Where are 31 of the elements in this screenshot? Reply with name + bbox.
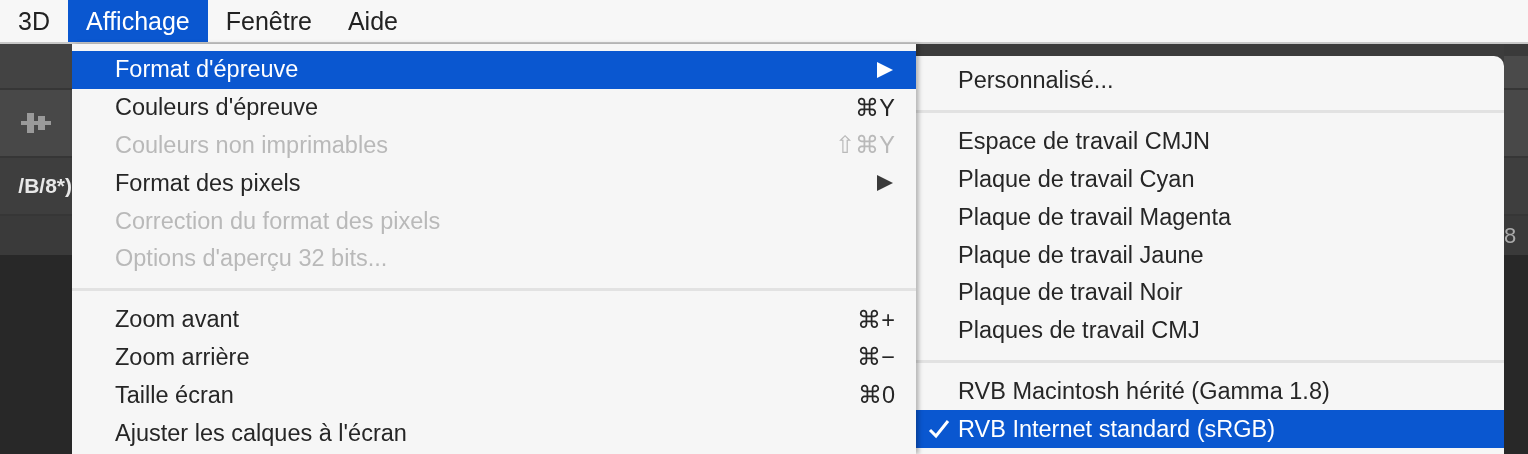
submenu-item[interactable]: RVB Macintosh hérité (Gamma 1.8): [916, 372, 1504, 411]
shortcut: ⌘−: [857, 343, 895, 372]
submenu-item[interactable]: Plaque de travail Cyan: [916, 160, 1504, 199]
submenu-arrow-icon: [875, 173, 895, 194]
menu-bar-item[interactable]: Aide: [329, 0, 416, 42]
align-icon: [21, 111, 51, 135]
submenu-item[interactable]: Plaque de travail Jaune: [916, 236, 1504, 274]
document-tab-title[interactable]: /B/8*): [18, 174, 72, 198]
submenu-item[interactable]: Plaque de travail Noir: [916, 274, 1504, 312]
submenu-item[interactable]: Plaque de travail Magenta: [916, 198, 1504, 237]
submenu-item[interactable]: RVB Internet standard (sRGB): [916, 410, 1504, 449]
shortcut: ⌘+: [857, 305, 895, 334]
menu-item[interactable]: Taille écran ⌘0: [72, 376, 916, 415]
shortcut: ⌘Y: [855, 93, 895, 122]
ruler-number: 8: [1504, 223, 1517, 250]
menu-item[interactable]: Zoom arrière ⌘−: [72, 338, 916, 377]
submenu-item[interactable]: Espace de travail CMJN: [916, 122, 1504, 161]
menu-item[interactable]: Ajuster les calques à l'écran: [72, 414, 916, 452]
menu-item[interactable]: Format d'épreuve: [72, 51, 916, 89]
menu-item[interactable]: Couleurs d'épreuve ⌘Y: [72, 88, 916, 127]
menu-bar-item[interactable]: Fenêtre: [207, 0, 330, 42]
tool-panel: [1504, 90, 1528, 158]
submenu-item[interactable]: Plaques de travail CMJ: [916, 311, 1504, 350]
submenu-item[interactable]: Personnalisé...: [916, 62, 1504, 100]
shortcut: ⇧⌘Y: [835, 131, 895, 160]
submenu-arrow-icon: [875, 59, 895, 80]
menu-item[interactable]: Format des pixels: [72, 164, 916, 203]
menu-bar-item[interactable]: Affichage: [67, 0, 208, 42]
menu-item[interactable]: Zoom avant ⌘+: [72, 300, 916, 339]
menu-bar-item[interactable]: 3D: [0, 0, 68, 42]
shortcut: ⌘0: [857, 381, 895, 410]
